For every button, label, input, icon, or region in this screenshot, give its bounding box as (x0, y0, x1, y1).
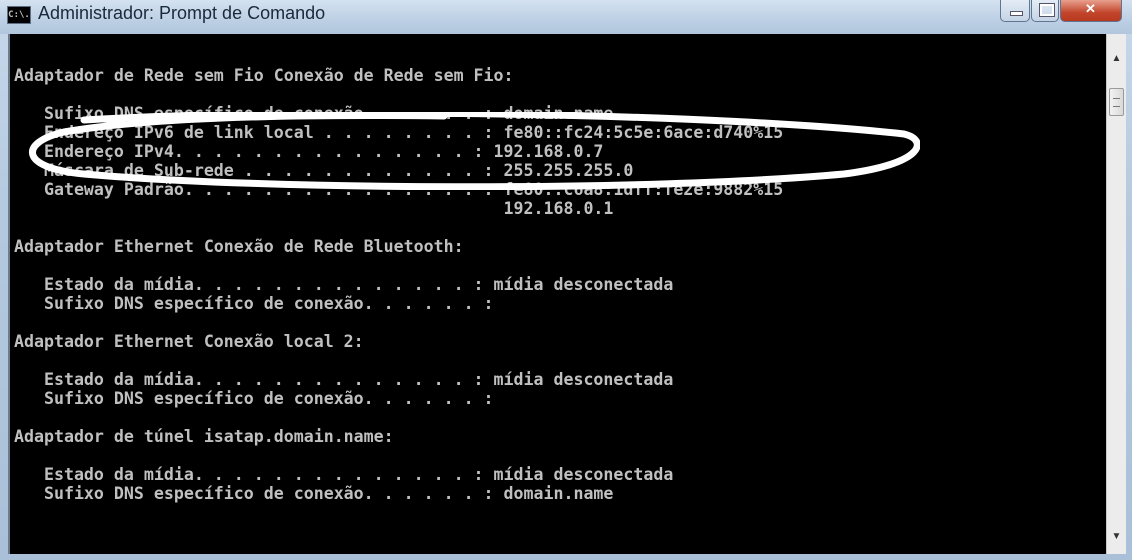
console-line: Adaptador de túnel isatap.domain.name: (14, 427, 394, 446)
console-line: Estado da mídia. . . . . . . . . . . . .… (14, 275, 674, 294)
console-line: Estado da mídia. . . . . . . . . . . . .… (14, 370, 674, 389)
console-line: Endereço IPv4. . . . . . . . . . . . . .… (14, 142, 604, 161)
console-line: Máscara de Sub-rede . . . . . . . . . . … (14, 161, 634, 180)
console-line: Sufixo DNS específico de conexão. . . . … (14, 104, 614, 123)
console-line: Adaptador de Rede sem Fio Conexão de Red… (14, 66, 514, 85)
window-title: Administrador: Prompt de Comando (38, 3, 326, 23)
console-line: Endereço IPv6 de link local . . . . . . … (14, 123, 784, 142)
maximize-button[interactable] (1031, 0, 1059, 22)
console-line: Sufixo DNS específico de conexão. . . . … (14, 484, 614, 503)
title-bar[interactable]: C:\. Administrador: Prompt de Comando (0, 0, 1132, 34)
close-button[interactable] (1060, 0, 1122, 22)
console-line: 192.168.0.1 (14, 199, 614, 218)
scrollbar-thumb[interactable] (1109, 88, 1124, 116)
console-line: Sufixo DNS específico de conexão. . . . … (14, 389, 494, 408)
scroll-down-arrow-icon[interactable]: ▼ (1107, 528, 1126, 546)
vertical-scrollbar[interactable]: ▲ ▼ (1106, 34, 1126, 554)
minimize-button[interactable] (1000, 0, 1030, 22)
console-line: Gateway Padrão. . . . . . . . . . . . . … (14, 180, 784, 199)
console-output-area[interactable]: Adaptador de Rede sem Fio Conexão de Red… (8, 34, 1108, 554)
console-line: Sufixo DNS específico de conexão. . . . … (14, 294, 494, 313)
console-line: Adaptador Ethernet Conexão de Rede Bluet… (14, 237, 464, 256)
console-text: Adaptador de Rede sem Fio Conexão de Red… (14, 66, 783, 503)
console-line: Estado da mídia. . . . . . . . . . . . .… (14, 465, 674, 484)
console-app-icon[interactable]: C:\. (7, 6, 31, 24)
console-line: Adaptador Ethernet Conexão local 2: (14, 332, 364, 351)
scroll-up-arrow-icon[interactable]: ▲ (1107, 50, 1126, 68)
command-prompt-window: C:\. Administrador: Prompt de Comando Ad… (0, 0, 1132, 560)
